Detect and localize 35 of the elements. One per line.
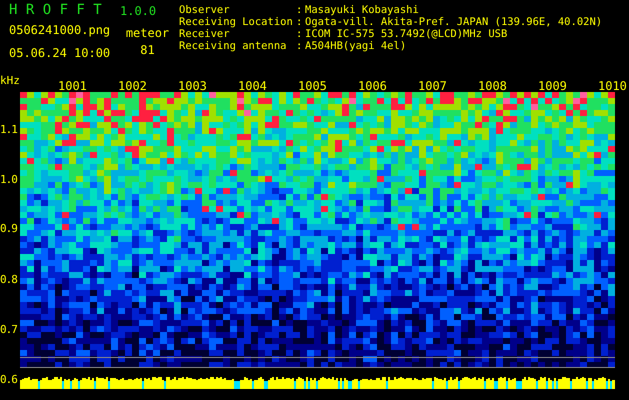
info-value: A504HB(yagi 4el)	[305, 40, 406, 52]
x-axis-label: 1008	[477, 80, 508, 92]
info-label: Receiving antenna	[179, 40, 288, 52]
info-label: Receiver	[179, 28, 231, 40]
info-label: Observer	[179, 4, 231, 16]
x-axis-label: 1009	[537, 80, 568, 92]
y-axis-label: 0.6	[0, 373, 17, 387]
x-axis-label: 1003	[177, 80, 208, 92]
x-axis-label: 1006	[357, 80, 388, 92]
meteor-label: meteor	[126, 26, 170, 40]
x-axis-label: 1005	[297, 80, 328, 92]
info-label: Receiving Location	[179, 16, 294, 28]
x-axis-label: 1010	[597, 80, 628, 92]
app-version: 1.0.0	[120, 4, 156, 18]
x-axis-label: 1002	[117, 80, 148, 92]
x-axis-label: 1007	[417, 80, 448, 92]
info-value: ICOM IC-575 53.7492(@LCD)MHz USB	[305, 28, 508, 40]
y-axis-label: 1.1	[0, 123, 17, 137]
y-axis-label: 1.0	[0, 173, 17, 187]
y-axis-label: 0.8	[0, 273, 17, 287]
info-colon: :	[296, 16, 304, 28]
info-value: Masayuki Kobayashi	[305, 4, 419, 16]
app-name: H R O F F T	[9, 3, 102, 17]
info-value: Ogata-vill. Akita-Pref. JAPAN (139.96E, 40.02N)	[305, 16, 602, 28]
date-time: 05.06.24 10:00	[9, 46, 112, 60]
y-axis-label: 0.7	[0, 323, 17, 337]
info-colon: :	[296, 28, 304, 40]
y-axis-label: 0.9	[0, 222, 17, 236]
x-axis-label: 1004	[237, 80, 268, 92]
meteor-count: 81	[140, 43, 155, 57]
unit-label: kHz	[0, 74, 20, 88]
file-name: 0506241000.png	[9, 23, 112, 37]
x-axis-label: 1001	[57, 80, 88, 92]
info-colon: :	[296, 4, 304, 16]
info-colon: :	[296, 40, 304, 52]
